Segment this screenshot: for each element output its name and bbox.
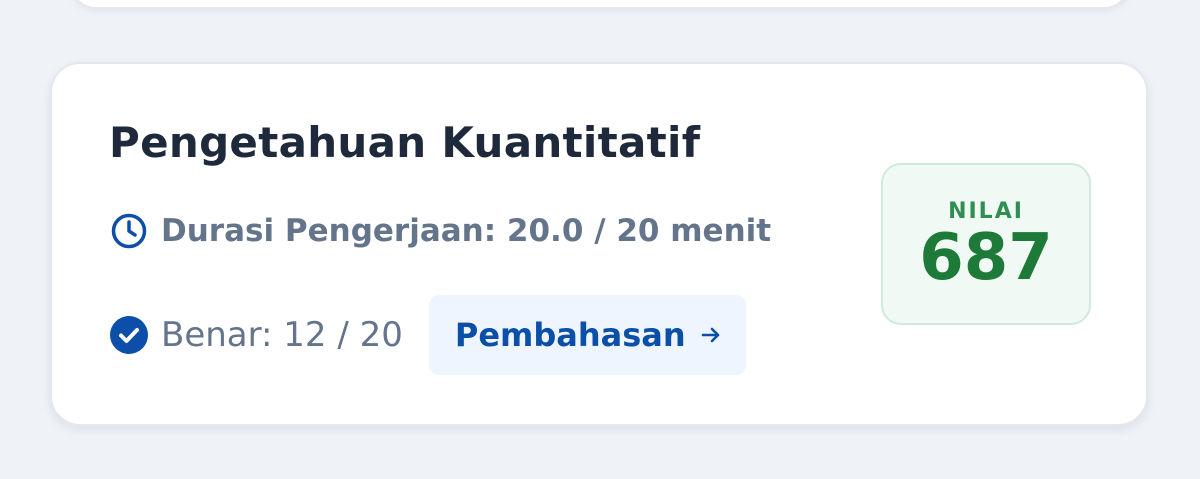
discussion-button-label: Pembahasan [454,316,686,354]
score-box: NILAI 687 [881,163,1091,325]
score-value: 687 [919,220,1053,295]
subtest-result-card: Pengetahuan Kuantitatif Durasi Pengerjaa… [50,62,1148,426]
duration-row: Durasi Pengerjaan: 20.0 / 20 menit [109,209,771,253]
duration-text: Durasi Pengerjaan: 20.0 / 20 menit [161,213,772,249]
discussion-button[interactable]: Pembahasan [428,295,746,375]
subtest-title: Pengetahuan Kuantitatif [109,118,701,167]
result-row: Benar: 12 / 20 Pembahasan [109,295,746,375]
arrow-right-icon [700,324,722,346]
check-circle-icon [109,315,149,355]
correct-count-text: Benar: 12 / 20 [161,315,403,355]
previous-card-bottom [70,0,1130,8]
clock-icon [109,211,149,251]
score-label: NILAI [948,198,1024,224]
